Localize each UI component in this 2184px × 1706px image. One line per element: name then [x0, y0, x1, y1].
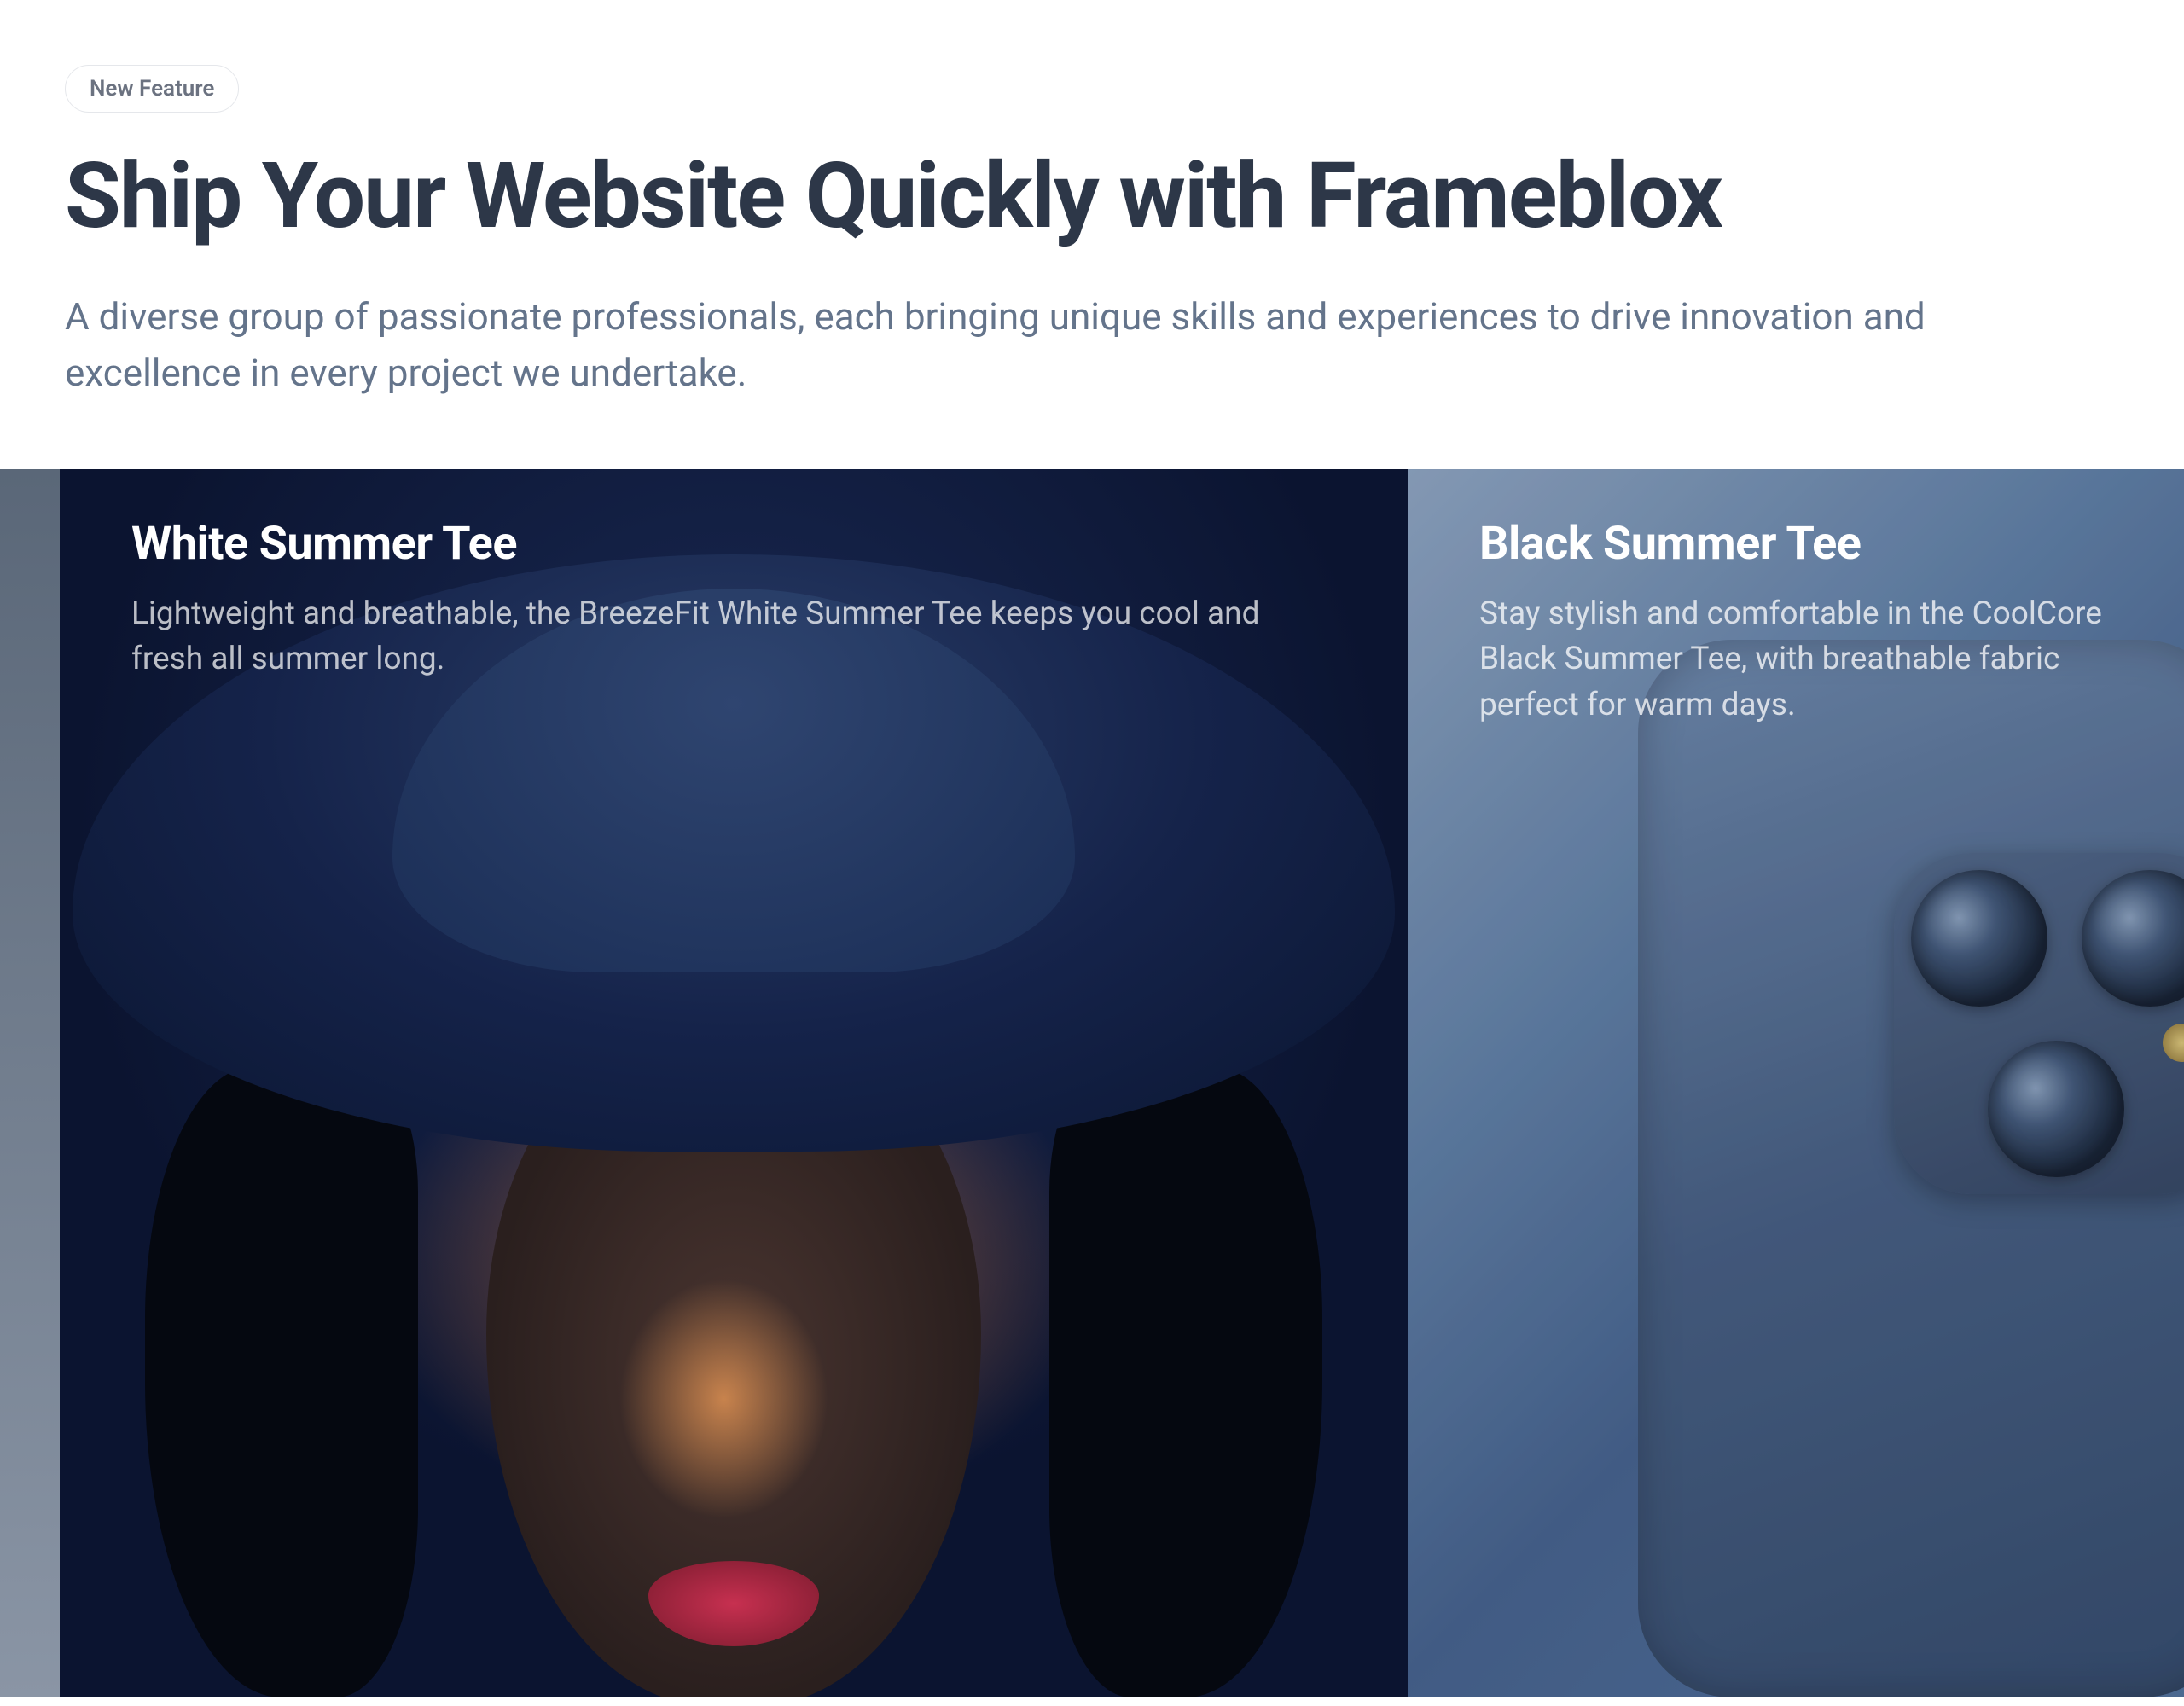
slide-content: White Summer Tee Lightweight and breatha… [131, 517, 1336, 682]
page-subtitle: A diverse group of passionate profession… [65, 288, 2053, 401]
product-slider[interactable]: White Summer Tee Lightweight and breatha… [0, 469, 2184, 1697]
slide-description: Stay stylish and comfortable in the Cool… [1479, 591, 2112, 728]
page-title: Ship Your Website Quickly with Frameblox [65, 147, 2119, 247]
slide-description: Lightweight and breathable, the BreezeFi… [131, 591, 1326, 682]
slide-black-summer-tee[interactable]: Black Summer Tee Stay stylish and comfor… [1408, 469, 2184, 1697]
slide-title: Black Summer Tee [1479, 517, 2112, 571]
slide-peek-previous[interactable] [0, 469, 60, 1697]
header-section: New Feature Ship Your Website Quickly wi… [0, 0, 2184, 469]
product-image [1638, 640, 2184, 1697]
slide-title: White Summer Tee [131, 517, 1336, 571]
slide-content: Black Summer Tee Stay stylish and comfor… [1479, 517, 2112, 728]
slide-white-summer-tee[interactable]: White Summer Tee Lightweight and breatha… [60, 469, 1408, 1697]
feature-badge: New Feature [65, 65, 239, 113]
